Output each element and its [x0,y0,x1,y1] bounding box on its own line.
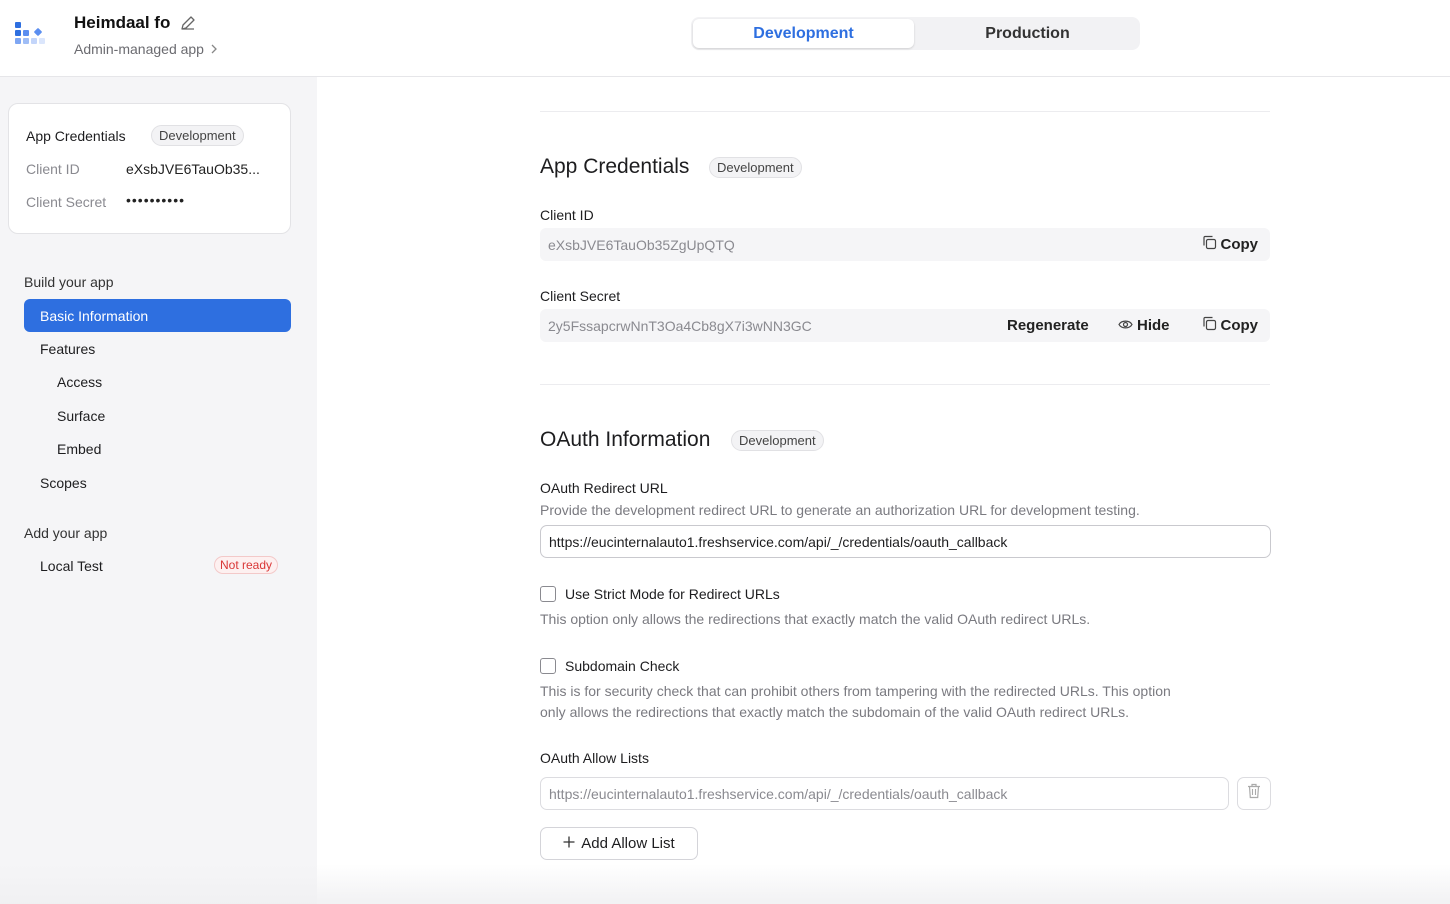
build-section-heading: Build your app [24,274,114,290]
subdomain-check-help-line-2: only allows the redirections that exactl… [540,704,1130,720]
oauth-section-title: OAuth Information [540,428,711,451]
sidebar-item-access[interactable]: Access [57,374,102,390]
divider [540,384,1270,385]
copy-icon [1202,235,1217,254]
credentials-summary-card: App Credentials Development Client ID eX… [8,103,291,234]
add-allow-list-button[interactable]: Add Allow List [540,827,698,860]
client-secret-masked: •••••••••• [126,192,186,208]
allow-list-value: https://eucinternalauto1.freshservice.co… [549,785,1008,802]
subdomain-check-help-line-1: This is for security check that can proh… [540,683,1171,699]
sidebar-item-features[interactable]: Features [40,341,95,357]
copy-label: Copy [1220,317,1259,334]
app-name: Heimdaal fo [74,13,171,32]
hide-secret-button[interactable]: Hide [1118,309,1170,342]
subdomain-check-checkbox[interactable] [540,658,556,674]
plus-icon [563,835,575,852]
strict-mode-checkbox[interactable] [540,586,556,602]
credentials-section-title: App Credentials [540,155,690,178]
client-secret-label: Client Secret [26,194,107,210]
regenerate-label: Regenerate [1007,317,1089,334]
client-id-value: eXsbJVE6TauOb35... [126,161,260,177]
client-secret-value: 2y5FssapcrwNnT3Oa4Cb8gX7i3wNN3GC [548,317,812,334]
not-ready-badge: Not ready [214,556,279,574]
client-secret-label: Client Secret [540,288,621,304]
redirect-url-help: Provide the development redirect URL to … [540,502,1140,518]
environment-badge: Development [151,125,244,146]
oauth-env-badge: Development [731,430,824,451]
divider [540,111,1270,112]
environment-toggle: Development Production [691,17,1140,50]
redirect-url-value: https://eucinternalauto1.freshservice.co… [549,533,1008,550]
redirect-url-label: OAuth Redirect URL [540,480,668,496]
client-id-field: eXsbJVE6TauOb35ZgUpQTQ Copy [540,228,1270,261]
app-subtitle: Admin-managed app [74,41,204,57]
strict-mode-help: This option only allows the redirections… [540,611,1091,627]
app-logo-icon [13,20,53,50]
sidebar-item-surface[interactable]: Surface [57,408,105,424]
client-id-label: Client ID [540,207,594,223]
allow-list-input[interactable]: https://eucinternalauto1.freshservice.co… [540,777,1229,810]
eye-icon [1118,317,1133,334]
sidebar-item-embed[interactable]: Embed [57,441,101,457]
add-section-heading: Add your app [24,525,108,541]
hide-label: Hide [1137,317,1170,334]
sidebar-item-scopes[interactable]: Scopes [40,475,87,491]
copy-icon [1202,316,1217,335]
subdomain-check-label: Subdomain Check [565,658,680,674]
main-content: App Credentials Development Client ID eX… [317,77,1450,904]
sidebar-item-local-test[interactable]: Local Test [40,558,103,574]
add-allow-list-label: Add Allow List [581,835,675,852]
trash-icon [1247,783,1261,804]
credentials-env-badge: Development [709,157,802,178]
tab-production[interactable]: Production [917,19,1138,48]
sidebar: App Credentials Development Client ID eX… [0,77,317,904]
edit-icon[interactable] [180,15,196,31]
tab-development[interactable]: Development [693,19,914,48]
card-title: App Credentials [26,128,126,144]
regenerate-button[interactable]: Regenerate [1007,309,1089,342]
client-id-value: eXsbJVE6TauOb35ZgUpQTQ [548,236,735,253]
allow-lists-label: OAuth Allow Lists [540,750,649,766]
client-id-label: Client ID [26,161,80,177]
app-subtitle-link[interactable]: Admin-managed app [74,41,218,57]
copy-client-secret-button[interactable]: Copy [1202,309,1259,342]
delete-allow-list-button[interactable] [1237,777,1271,810]
top-header: Heimdaal fo Admin-managed app Developmen… [0,0,1450,77]
client-secret-field: 2y5FssapcrwNnT3Oa4Cb8gX7i3wNN3GC Regener… [540,309,1270,342]
redirect-url-input[interactable]: https://eucinternalauto1.freshservice.co… [540,525,1271,558]
chevron-right-icon [210,41,218,57]
copy-client-id-button[interactable]: Copy [1202,228,1259,261]
copy-label: Copy [1220,236,1259,253]
sidebar-item-basic-information[interactable]: Basic Information [24,299,291,332]
strict-mode-label: Use Strict Mode for Redirect URLs [565,586,780,602]
